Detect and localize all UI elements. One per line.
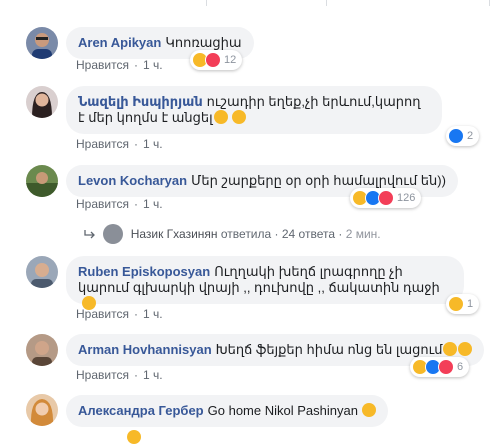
like-link[interactable]: Нравится [76,368,129,382]
comment-author-link[interactable]: Ruben Episkoposyan [78,264,210,279]
comment-text: Go home Nikol Pashinyan [207,403,358,418]
like-link[interactable]: Нравится [76,197,129,211]
comment-text: Մեր շարքերը օր օրի համալրվում են)) [191,173,446,188]
timestamp[interactable]: 1 ч. [143,137,163,151]
avatar[interactable] [26,394,58,426]
separator-dot: · [133,307,138,321]
reply-time: 2 мин. [345,227,381,241]
avatar[interactable] [26,256,58,288]
comment-actions: Нравится · 1 ч. [76,307,163,321]
timestamp[interactable]: 1 ч. [143,307,163,321]
separator-dot: · [338,227,343,241]
comment-bubble: Александра Гербер Go home Nikol Pashinyan [66,395,388,427]
avatar[interactable] [26,165,58,197]
timestamp[interactable]: 1 ч. [143,368,163,382]
reactions-count: 12 [224,54,237,66]
separator-dot: · [133,137,138,151]
reactions-count: 6 [457,361,464,373]
laughing-face-icon [458,342,473,356]
reactions-summary[interactable]: 2 [446,126,480,146]
worried-face-icon [213,110,228,124]
comment-bubble: Նազելի Իսպիրյան ուշադիր եղեք,չի երևում,կա… [66,86,442,134]
previous-content-edge [0,0,497,6]
laughing-face-icon [443,342,458,356]
avatar[interactable] [26,334,58,366]
separator-dot: · [133,368,138,382]
avatar[interactable] [26,27,58,59]
reply-count[interactable]: 24 ответа [282,227,335,241]
replies-summary[interactable]: Назик Гхазинян ответила · 24 ответа · 2 … [84,224,381,244]
separator-dot: · [133,197,138,211]
reactions-summary[interactable]: 126 [350,188,422,208]
separator-dot: · [274,227,279,241]
reactions-summary[interactable]: 12 [190,50,243,70]
comment-actions: Нравится · 1 ч. [76,58,163,72]
reply-arrow-icon [84,230,95,239]
comment-text: Խեղճ ֆեյքեր հիմա ոնց են լացում [215,342,443,357]
tongue-face-icon [231,110,246,124]
comment-author-link[interactable]: Levon Kocharyan [78,173,187,188]
comment-bubble: Ruben Episkoposyan Ուղղակի խեղճ լրագրողը … [66,256,464,310]
heart-icon [205,52,221,68]
reply-avatar [103,224,124,244]
like-link[interactable]: Нравится [76,58,129,72]
reactions-summary[interactable]: 6 [410,357,470,377]
thumbs-up-icon [448,128,464,144]
laughing-face-icon [127,430,141,444]
reply-author: Назик Гхазинян [130,227,218,241]
separator-dot: · [133,58,138,72]
reactions-count: 2 [467,130,474,142]
laughing-face-icon [448,296,464,312]
reply-verb: ответила [220,227,272,241]
like-link[interactable]: Нравится [76,137,129,151]
comment-actions: Нравится · 1 ч. [76,197,163,211]
comment-author-link[interactable]: Aren Apikyan [78,35,161,50]
comment-author-link[interactable]: Նազելի Իսպիրյան [78,94,203,109]
like-link[interactable]: Нравится [76,307,129,321]
heart-icon [378,190,394,206]
reactions-summary[interactable]: 1 [446,294,480,314]
avatar[interactable] [26,86,58,118]
comment-actions: Нравится · 1 ч. [76,137,163,151]
smiling-face-icon [361,403,376,417]
comment-author-link[interactable]: Arman Hovhannisyan [78,342,212,357]
reactions-count: 1 [467,298,474,310]
comment-actions: Нравится · 1 ч. [76,368,163,382]
reactions-count: 126 [397,192,416,204]
timestamp[interactable]: 1 ч. [143,197,163,211]
comment-author-link[interactable]: Александра Гербер [78,403,204,418]
comment-text: Կոոռացիա [165,35,242,50]
heart-icon [438,359,454,375]
timestamp[interactable]: 1 ч. [143,58,163,72]
